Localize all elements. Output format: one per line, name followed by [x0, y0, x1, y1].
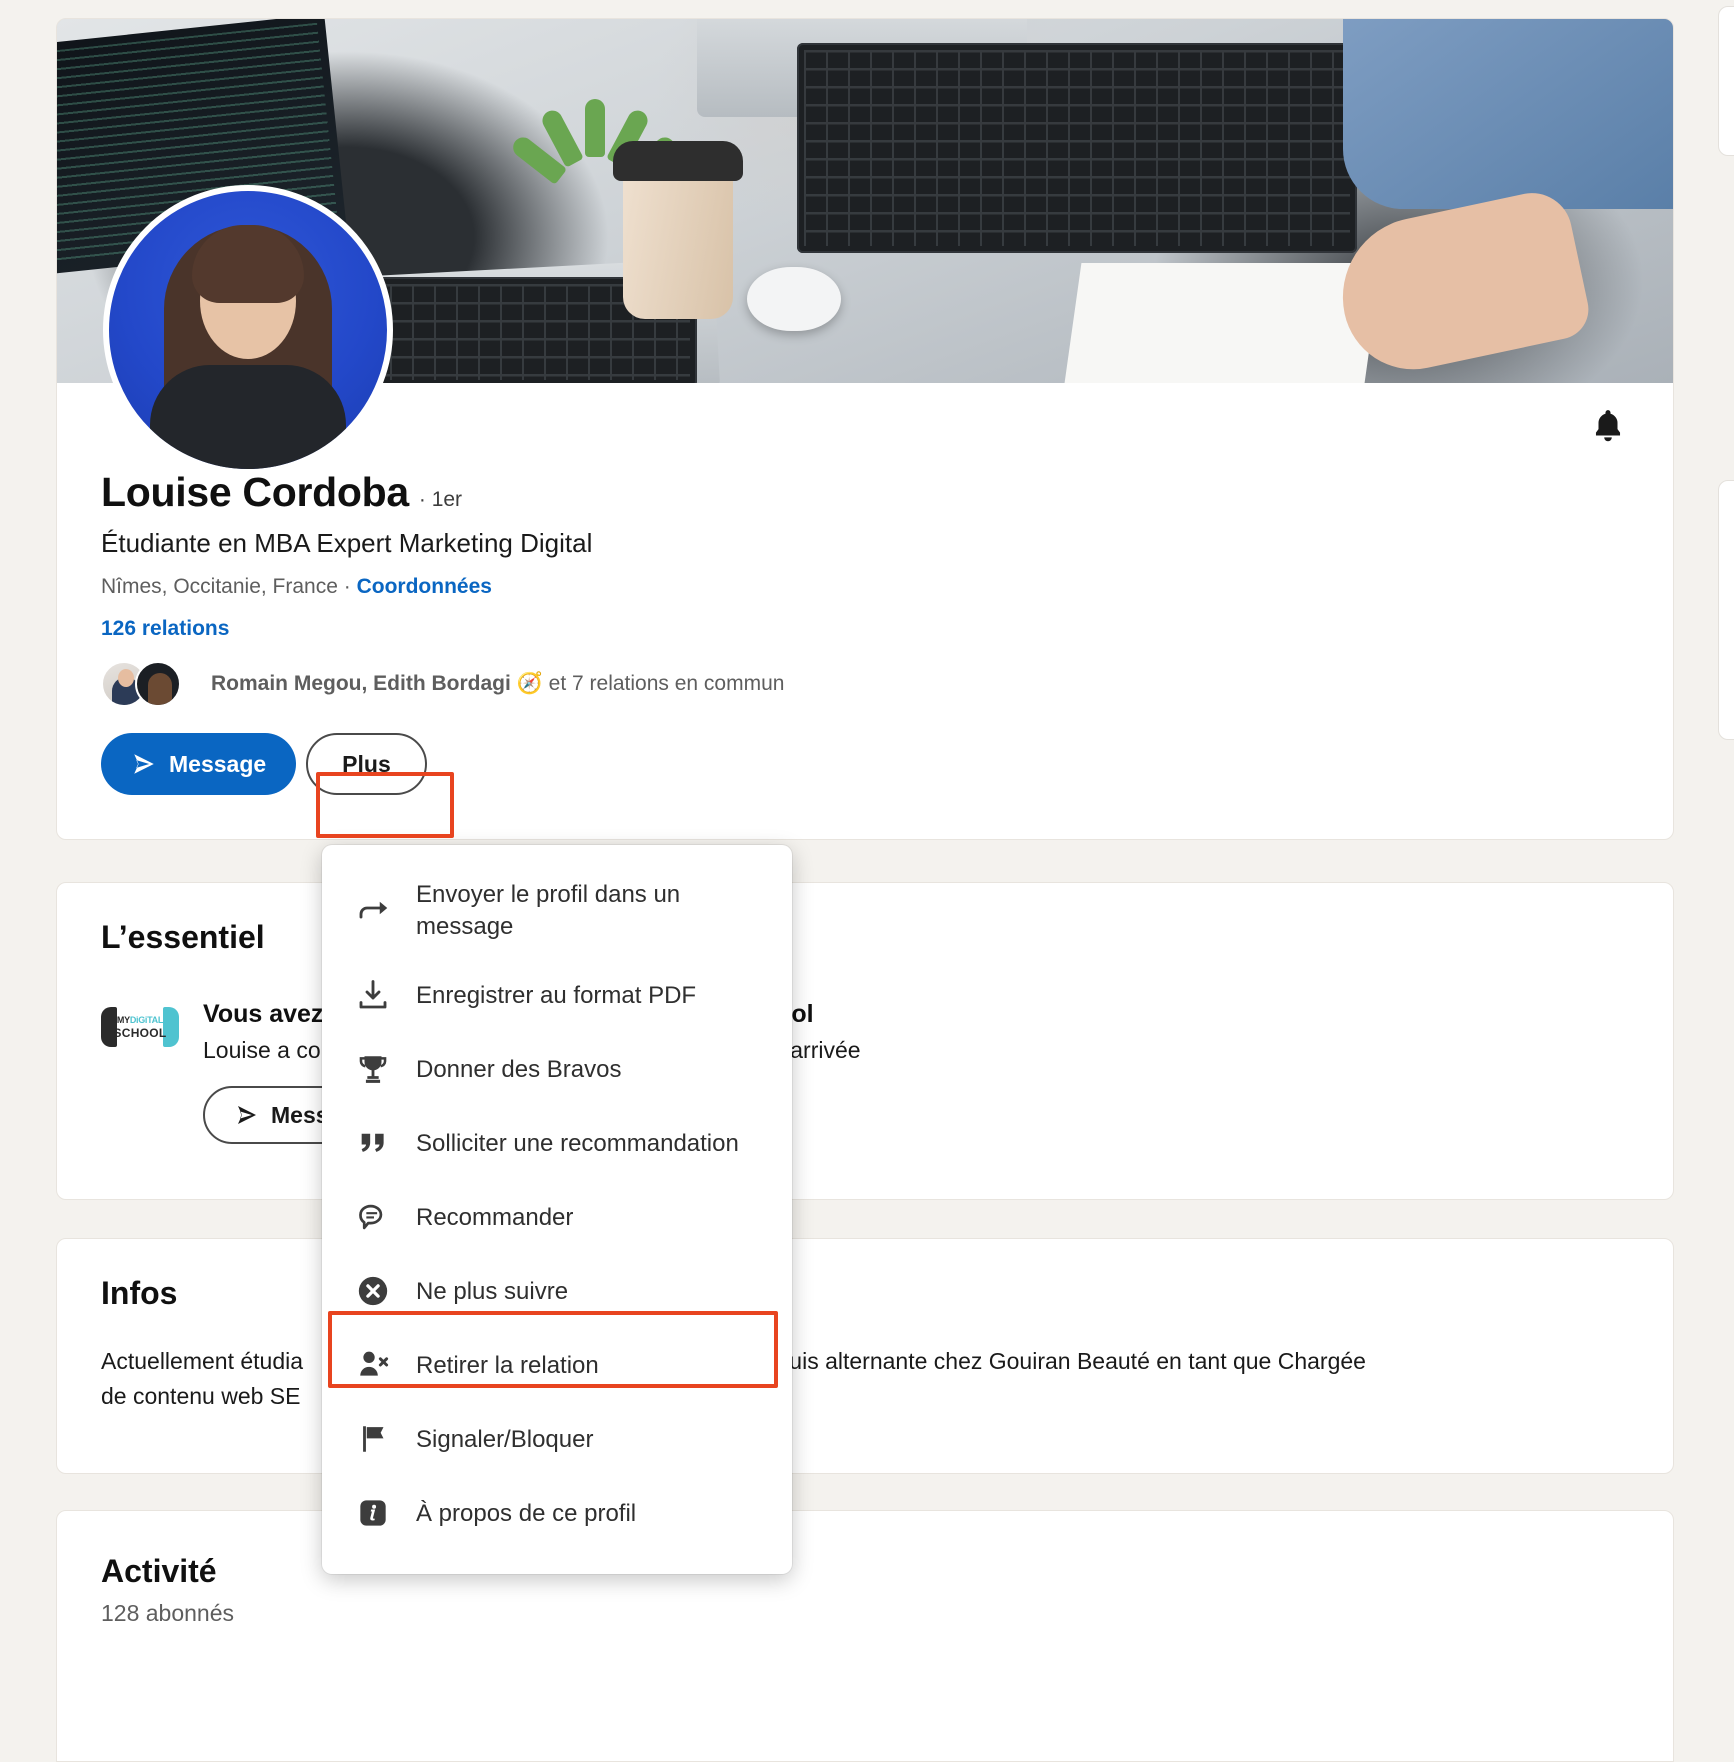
mutual-connections-row[interactable]: Romain Megou, Edith Bordagi 🧭 et 7 relat…	[101, 661, 1629, 707]
logo-digital-text: DiGiTAL	[129, 1014, 164, 1025]
connection-degree: · 1er	[418, 488, 463, 511]
logo-my-text: MY	[116, 1014, 130, 1025]
menu-item-label: Recommander	[416, 1203, 574, 1231]
menu-item-give-kudos[interactable]: Donner des Bravos	[322, 1032, 792, 1106]
location-separator: ·	[343, 575, 351, 598]
share-arrow-icon	[352, 890, 394, 932]
activity-followers: 128 abonnés	[101, 1600, 235, 1626]
message-button[interactable]: Message	[101, 733, 297, 795]
circle-x-icon	[352, 1270, 394, 1312]
speech-bubble-icon	[352, 1196, 394, 1238]
essential-message-button-label: Mess	[271, 1101, 329, 1128]
menu-item-label: Envoyer le profil dans un message	[416, 881, 681, 940]
send-icon	[131, 751, 157, 777]
mutual-rest: et 7 relations en commun	[548, 672, 785, 695]
profile-headline: Étudiante en MBA Expert Marketing Digita…	[101, 528, 593, 558]
paper-decor	[1064, 263, 1382, 383]
menu-item-label: À propos de ce profil	[416, 1499, 637, 1527]
person-decor	[1343, 19, 1673, 209]
menu-item-unfollow[interactable]: Ne plus suivre	[322, 1254, 792, 1328]
quote-icon	[352, 1122, 394, 1164]
menu-item-label: Retirer la relation	[416, 1351, 599, 1379]
menu-item-save-pdf[interactable]: Enregistrer au format PDF	[322, 958, 792, 1032]
menu-item-remove-connection[interactable]: Retirer la relation	[322, 1328, 792, 1402]
person-remove-icon	[352, 1344, 394, 1386]
edge-card-bottom	[1718, 480, 1734, 740]
send-icon	[235, 1103, 259, 1127]
menu-item-about-profile[interactable]: À propos de ce profil	[322, 1476, 792, 1550]
mouse-decor	[747, 267, 841, 331]
mutual-avatars	[101, 661, 193, 707]
menu-item-label: Solliciter une recommandation	[416, 1129, 739, 1157]
activity-card: Activité 128 abonnés	[56, 1510, 1674, 1762]
profile-card: Louise Cordoba · 1er Étudiante en MBA Ex…	[56, 18, 1674, 840]
essential-card: L’essentiel MYDiGiTAL SCHOOL Vous avez a…	[56, 882, 1674, 1200]
menu-item-label: Donner des Bravos	[416, 1055, 622, 1083]
menu-item-label: Signaler/Bloquer	[416, 1425, 594, 1453]
profile-identity: Louise Cordoba · 1er Étudiante en MBA Ex…	[57, 469, 1673, 839]
avatar	[135, 661, 181, 707]
menu-item-label: Enregistrer au format PDF	[416, 981, 697, 1009]
menu-item-send-profile[interactable]: Envoyer le profil dans un message	[322, 863, 792, 958]
profile-avatar[interactable]	[103, 185, 393, 475]
page-title: Louise Cordoba	[101, 469, 409, 515]
essential-line-2-start: Louise a co	[203, 1037, 321, 1063]
flag-icon	[352, 1418, 394, 1460]
mutual-connections-text: Romain Megou, Edith Bordagi 🧭 et 7 relat…	[211, 672, 784, 696]
menu-item-request-recommendation[interactable]: Solliciter une recommandation	[322, 1106, 792, 1180]
profile-location: Nîmes, Occitanie, France	[101, 575, 338, 598]
essential-line-1-start: Vous avez	[203, 1000, 324, 1028]
bell-icon[interactable]	[1587, 405, 1629, 447]
profile-actions: Message Plus	[101, 733, 1629, 839]
menu-item-label: Ne plus suivre	[416, 1277, 569, 1305]
infos-line-1-end: suis alternante chez Gouiran Beauté en t…	[777, 1348, 1366, 1374]
more-button[interactable]: Plus	[306, 733, 427, 795]
connections-count-link[interactable]: 126 relations	[101, 617, 1629, 641]
contact-info-link[interactable]: Coordonnées	[357, 575, 492, 598]
compass-icon: 🧭	[516, 672, 543, 695]
mutual-names: Romain Megou, Edith Bordagi	[211, 672, 511, 695]
trophy-icon	[352, 1048, 394, 1090]
mydigitalschool-logo-icon: MYDiGiTAL SCHOOL	[101, 1004, 179, 1050]
more-button-label: Plus	[342, 750, 391, 777]
message-button-label: Message	[169, 750, 267, 777]
coffee-cup-decor	[613, 141, 743, 319]
logo-school-text: SCHOOL	[113, 1025, 167, 1040]
infos-line-1-start: Actuellement étudia	[101, 1348, 304, 1374]
download-icon	[352, 974, 394, 1016]
more-actions-dropdown: Envoyer le profil dans un message Enregi…	[322, 845, 792, 1575]
info-icon	[352, 1492, 394, 1534]
profile-location-row: Nîmes, Occitanie, France · Coordonnées	[101, 575, 1629, 599]
menu-item-report-block[interactable]: Signaler/Bloquer	[322, 1402, 792, 1476]
name-line: Louise Cordoba · 1er	[101, 469, 1629, 516]
edge-card-top	[1718, 6, 1734, 156]
linkedin-profile-page: Louise Cordoba · 1er Étudiante en MBA Ex…	[0, 0, 1734, 1762]
menu-item-recommend[interactable]: Recommander	[322, 1180, 792, 1254]
infos-card: Infos Actuellement étudia suis alternant…	[56, 1238, 1674, 1474]
